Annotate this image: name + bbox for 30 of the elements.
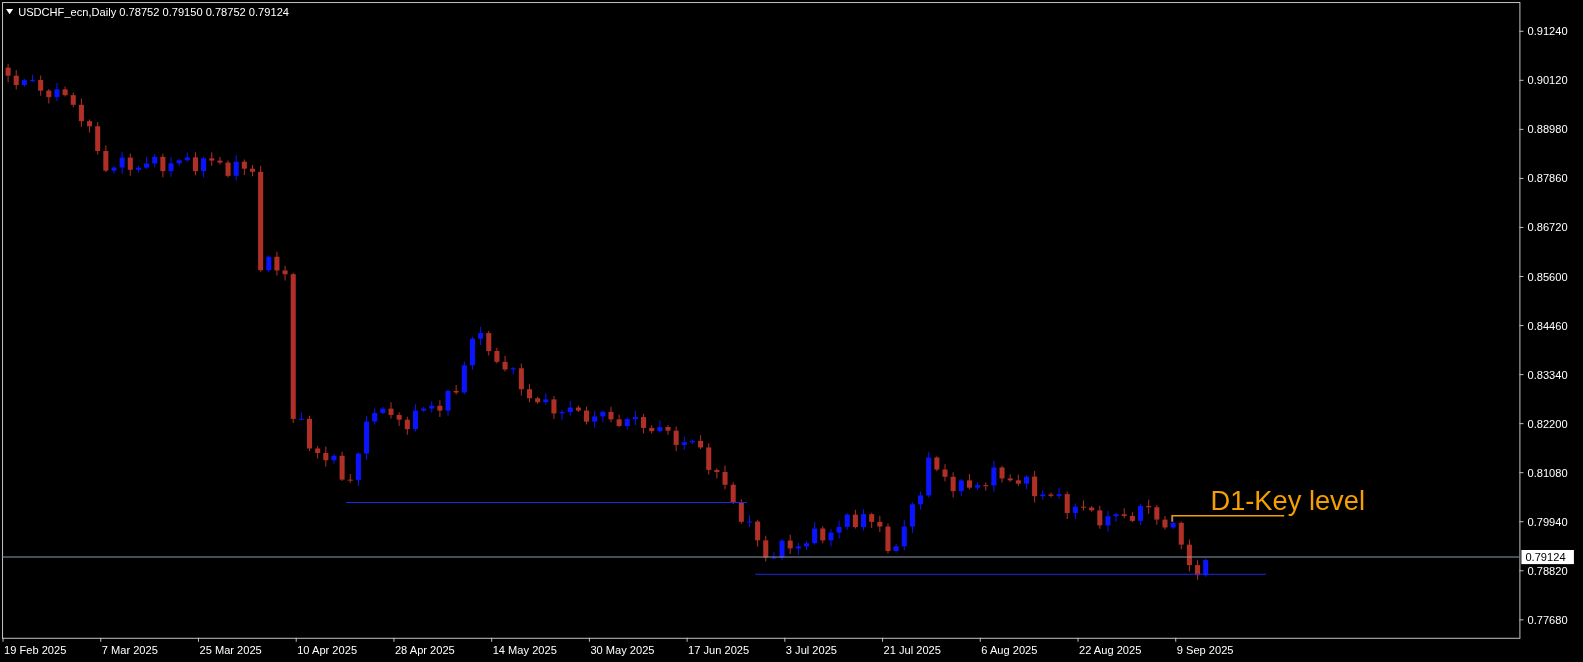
chart-header: USDCHF_ecn,Daily 0.78752 0.79150 0.78752 0.79124: [18, 6, 289, 19]
date-label: 6 Aug 2025: [981, 643, 1038, 656]
key-level-label: D1-Key level: [1210, 484, 1365, 516]
price-label: 0.79940: [1527, 515, 1568, 528]
price-label: 0.85600: [1527, 270, 1568, 283]
price-label: 0.83340: [1527, 368, 1568, 381]
price-label: 0.81080: [1527, 466, 1568, 479]
price-label: 0.90120: [1527, 74, 1568, 87]
date-label: 30 May 2025: [590, 643, 655, 656]
date-label: 9 Sep 2025: [1176, 643, 1234, 656]
date-label: 22 Aug 2025: [1079, 643, 1142, 656]
price-label: 0.77680: [1527, 613, 1568, 626]
price-label: 0.84460: [1527, 319, 1568, 332]
date-label: 7 Mar 2025: [101, 643, 158, 656]
date-label: 21 Jul 2025: [883, 643, 941, 656]
price-label: 0.86720: [1527, 221, 1568, 234]
date-label: 25 Mar 2025: [199, 643, 262, 656]
date-label: 3 Jul 2025: [785, 643, 838, 656]
price-label: 0.87860: [1527, 172, 1568, 185]
price-label: 0.91240: [1527, 25, 1568, 38]
date-label: 17 Jun 2025: [688, 643, 750, 656]
date-label: 14 May 2025: [492, 643, 557, 656]
current-price-tag: 0.79124: [1521, 550, 1574, 565]
price-label: 0.82200: [1527, 417, 1568, 430]
date-label: 28 Apr 2025: [394, 643, 455, 656]
date-label: 10 Apr 2025: [297, 643, 358, 656]
dropdown-triangle-icon[interactable]: [6, 9, 14, 15]
price-label: 0.88980: [1527, 123, 1568, 136]
price-label: 0.78820: [1527, 564, 1568, 577]
date-label: 19 Feb 2025: [4, 643, 67, 656]
